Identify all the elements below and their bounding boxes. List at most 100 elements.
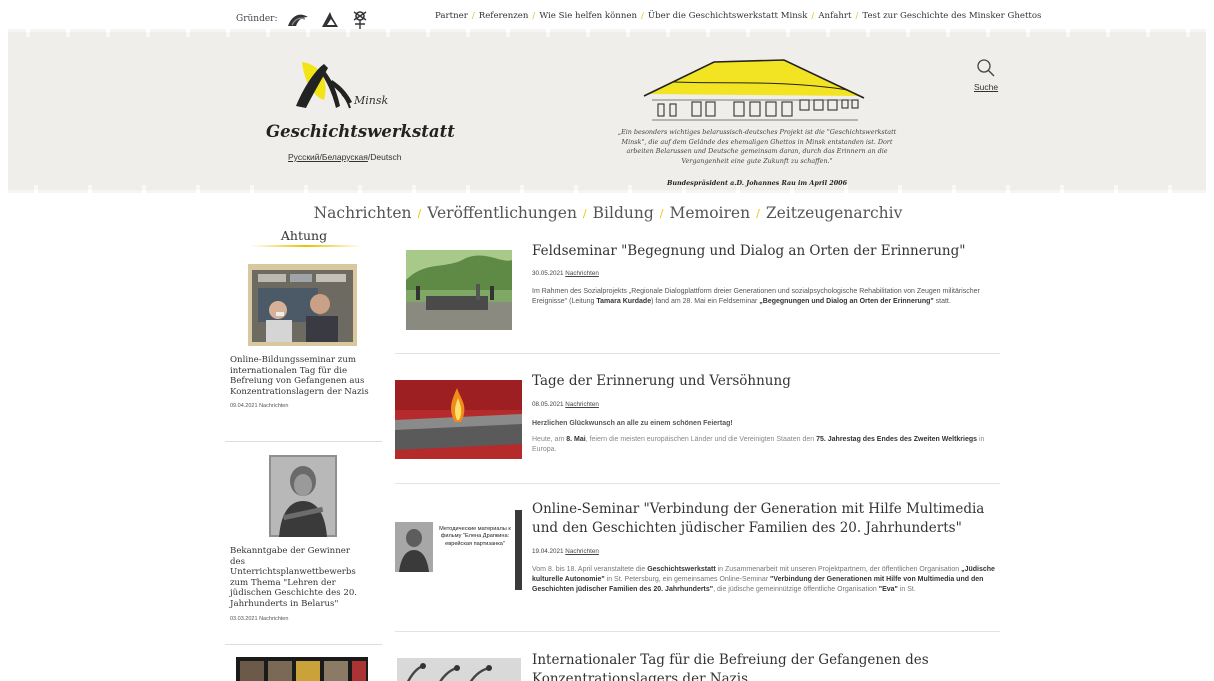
site-title[interactable]: Geschichtswerkstatt xyxy=(266,122,455,141)
search-button[interactable]: Suche xyxy=(974,58,998,92)
thumbnail-strip xyxy=(515,510,522,590)
article-meta: 30.05.2021 Nachrichten xyxy=(532,270,599,277)
sidebar-item-image[interactable] xyxy=(236,657,368,681)
topnav-partner-link[interactable]: Partner xyxy=(435,11,468,21)
sidebar-item-category[interactable]: Nachrichten xyxy=(259,616,288,622)
excerpt-bold: Geschichtswerkstatt xyxy=(647,566,716,573)
sidebar-item[interactable] xyxy=(230,657,378,681)
sidebar-item-date: 09.04.2021 xyxy=(230,403,258,410)
article-category-link[interactable]: Nachrichten xyxy=(565,270,599,277)
article-title[interactable]: Internationaler Tag für die Befreiung de… xyxy=(532,651,1000,681)
excerpt-text: in St. xyxy=(897,586,916,593)
search-icon[interactable] xyxy=(976,59,996,82)
excerpt-bold: "Eva" xyxy=(878,586,898,593)
article-date: 08.05.2021 xyxy=(532,401,564,408)
language-switcher: Русский/Беларуская/Deutsch xyxy=(288,152,401,162)
excerpt-bold: Tamara Kurdade xyxy=(596,298,652,305)
excerpt-text: , die jüdische gemeinnützige öffentliche… xyxy=(713,586,879,593)
nav-separator: / xyxy=(582,206,587,220)
article-title[interactable]: Online-Seminar "Verbindung der Generatio… xyxy=(532,500,1000,538)
article-category-link[interactable]: Nachrichten xyxy=(565,401,599,408)
sidebar-item-text[interactable]: Bekanntgabe der Gewinner des Unterrichts… xyxy=(230,546,364,610)
excerpt-text: in St. Petersburg, ein gemeinsames Onlin… xyxy=(604,576,771,583)
nav-veroeffentlichungen[interactable]: Veröffentlichungen xyxy=(427,204,577,222)
article-thumbnail[interactable] xyxy=(397,658,521,681)
excerpt-text: in Zusammenarbeit mit unseren Projektpar… xyxy=(715,566,962,573)
search-label[interactable]: Suche xyxy=(974,82,998,92)
article-thumbnail[interactable]: Методические материалы к фильму "Елена Д… xyxy=(395,510,522,590)
header-quote-author: Bundespräsident a.D. Johannes Rau im Apr… xyxy=(666,179,848,187)
sidebar-item-category[interactable]: Nachrichten xyxy=(259,403,288,409)
top-nav: Partner / Referenzen / Wie Sie helfen kö… xyxy=(435,11,1041,21)
article-thumbnail[interactable] xyxy=(406,250,512,330)
founder-logo-2-icon[interactable] xyxy=(318,9,342,29)
nav-zeitzeugenarchiv[interactable]: Zeitzeugenarchiv xyxy=(766,204,903,222)
sidebar-item-image[interactable] xyxy=(248,264,357,346)
topnav-helfen-link[interactable]: Wie Sie helfen können xyxy=(539,11,637,21)
top-bar: Gründer: Partner / Referenzen / Wie Sie … xyxy=(0,0,1214,32)
topnav-anfahrt-link[interactable]: Anfahrt xyxy=(818,11,851,21)
article-date: 30.05.2021 xyxy=(532,270,564,277)
excerpt-text: statt. xyxy=(933,298,951,305)
topnav-separator: / xyxy=(471,11,475,21)
topnav-referenzen-link[interactable]: Referenzen xyxy=(479,11,529,21)
sidebar-item[interactable]: Bekanntgabe der Gewinner des Unterrichts… xyxy=(230,455,378,622)
lang-ru-by-link[interactable]: Русский/Беларуская xyxy=(288,152,368,162)
sidebar-item-image[interactable] xyxy=(269,455,337,537)
banner-edge-bottom xyxy=(8,185,1206,193)
sidebar-item-text[interactable]: Online-Bildungsseminar zum international… xyxy=(230,355,378,397)
sidebar-divider xyxy=(225,441,382,442)
excerpt-text: ) fand am 28. Mai ein Feldseminar xyxy=(651,298,760,305)
excerpt-text: Vom 8. bis 18. April veranstaltete die xyxy=(532,566,648,573)
nav-memoiren[interactable]: Memoiren xyxy=(669,204,750,222)
topnav-about-link[interactable]: Über die Geschichtswerkstatt Minsk xyxy=(648,11,808,21)
founders-label: Gründer: xyxy=(236,14,278,24)
excerpt-bold: „Begegnungen und Dialog an Orten der Eri… xyxy=(759,298,934,305)
news-article: Feldseminar "Begegnung und Dialog an Ort… xyxy=(395,240,1000,348)
article-divider xyxy=(395,353,1000,354)
sidebar-item-meta: 09.04.2021 Nachrichten xyxy=(230,403,378,409)
article-thumbnail[interactable] xyxy=(395,380,522,459)
thumbnail-photo xyxy=(395,522,433,572)
article-lead: Herzlichen Glückwunsch an alle zu einem … xyxy=(532,420,733,427)
topnav-test-link[interactable]: Test zur Geschichte des Minsker Ghettos xyxy=(862,11,1041,21)
topnav-separator: / xyxy=(532,11,536,21)
founder-logo-1-icon[interactable] xyxy=(286,9,310,29)
sidebar-item[interactable]: Online-Bildungsseminar zum international… xyxy=(230,264,378,409)
article-excerpt: Vom 8. bis 18. April veranstaltete die G… xyxy=(532,565,1000,595)
lang-de-current[interactable]: Deutsch xyxy=(370,152,401,162)
sidebar-item-meta: 03.03.2021 Nachrichten xyxy=(230,616,378,622)
thumbnail-caption: Методические материалы к фильму "Елена Д… xyxy=(439,526,511,547)
nav-bildung[interactable]: Bildung xyxy=(593,204,654,222)
article-divider xyxy=(395,631,1000,632)
nav-separator: / xyxy=(756,206,760,220)
founder-logo-3-icon[interactable] xyxy=(350,9,374,29)
excerpt-bold: 75. Jahrestag des Endes des Zweiten Welt… xyxy=(816,436,978,443)
article-title[interactable]: Tage der Erinnerung und Versöhnung xyxy=(532,372,1000,391)
news-article: Tage der Erinnerung und Versöhnung 08.05… xyxy=(395,372,1000,477)
news-article: Методические материалы к фильму "Елена Д… xyxy=(395,500,1000,625)
article-excerpt: Im Rahmen des Sozialprojekts „Regionale … xyxy=(532,287,1000,307)
article-category-link[interactable]: Nachrichten xyxy=(565,548,599,555)
nav-separator: / xyxy=(417,206,422,220)
founders: Gründer: xyxy=(236,9,374,29)
article-excerpt: Heute, am 8. Mai, feiern die meisten eur… xyxy=(532,435,1000,455)
nav-separator: / xyxy=(659,206,664,220)
topnav-separator: / xyxy=(811,11,815,21)
topnav-separator: / xyxy=(641,11,644,21)
topnav-separator: / xyxy=(855,11,859,21)
banner-edge-top xyxy=(8,29,1206,37)
article-meta: 08.05.2021 Nachrichten xyxy=(532,401,599,408)
ghetto-building-illustration xyxy=(634,54,874,122)
excerpt-text: , feiern die meisten europäischen Länder… xyxy=(585,436,817,443)
sidebar-item-date: 03.03.2021 xyxy=(230,615,258,622)
nav-nachrichten[interactable]: Nachrichten xyxy=(314,204,412,222)
excerpt-text: Heute, am xyxy=(532,436,567,443)
sidebar-title-underline xyxy=(250,245,362,247)
header-quote: „Ein besonders wichtiges belarussisch-de… xyxy=(617,128,897,165)
logo-script-text: Minsk xyxy=(354,94,389,107)
article-divider xyxy=(395,483,1000,484)
news-article: Internationaler Tag für die Befreiung de… xyxy=(395,646,1000,681)
excerpt-bold: 8. Mai xyxy=(566,436,586,443)
article-title[interactable]: Feldseminar "Begegnung und Dialog an Ort… xyxy=(532,242,1000,261)
